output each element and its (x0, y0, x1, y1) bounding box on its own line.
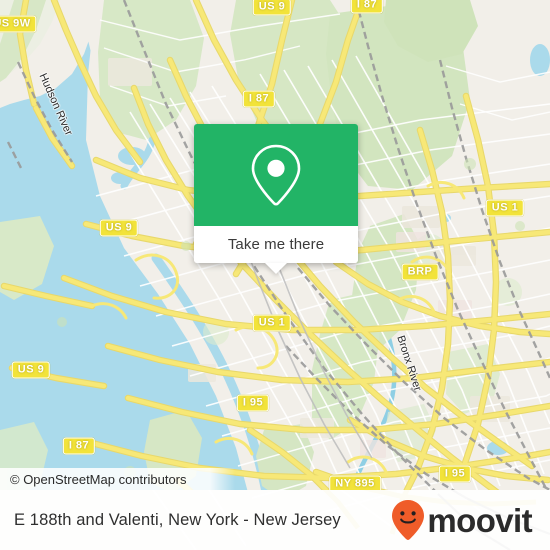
map-pin-icon (251, 144, 301, 206)
map-viewport[interactable]: Hudson River Bronx River US 9W US 9 I 87… (0, 0, 550, 490)
road-shield-i-95-center[interactable]: I 95 (236, 394, 270, 412)
footer-content: E 188th and Valenti, New York - New Jers… (0, 490, 550, 550)
footer-bar: E 188th and Valenti, New York - New Jers… (0, 490, 550, 550)
road-shield-i-87-bottom[interactable]: I 87 (62, 437, 96, 455)
location-popup-card[interactable]: Take me there (194, 124, 358, 274)
road-shield-i-87-top[interactable]: I 87 (350, 0, 384, 14)
popup-header (194, 124, 358, 226)
road-shield-us-1-right[interactable]: US 1 (485, 199, 525, 217)
road-shield-us-9-north[interactable]: US 9 (252, 0, 292, 16)
road-shield-us-9-lower[interactable]: US 9 (11, 361, 51, 379)
road-shield-us-9w[interactable]: US 9W (0, 15, 37, 33)
popup-action-area[interactable]: Take me there (194, 226, 358, 274)
moovit-logo[interactable]: moovit (391, 499, 536, 541)
road-shield-i-87-upper[interactable]: I 87 (242, 90, 276, 108)
road-shield-brp[interactable]: BRP (401, 263, 439, 281)
popup-tail (265, 263, 287, 274)
moovit-smiley-pin-icon (392, 500, 425, 540)
moovit-wordmark: moovit (427, 501, 532, 539)
attribution-text[interactable]: © OpenStreetMap contributors (0, 472, 187, 487)
map-attribution: © OpenStreetMap contributors (0, 468, 550, 490)
road-shield-us-9-mid[interactable]: US 9 (99, 219, 139, 237)
take-me-there-label: Take me there (227, 236, 325, 253)
road-shield-us-1-center[interactable]: US 1 (252, 314, 292, 332)
location-address: E 188th and Valenti, New York - New Jers… (14, 510, 341, 529)
moovit-map-screenshot: Hudson River Bronx River US 9W US 9 I 87… (0, 0, 550, 550)
